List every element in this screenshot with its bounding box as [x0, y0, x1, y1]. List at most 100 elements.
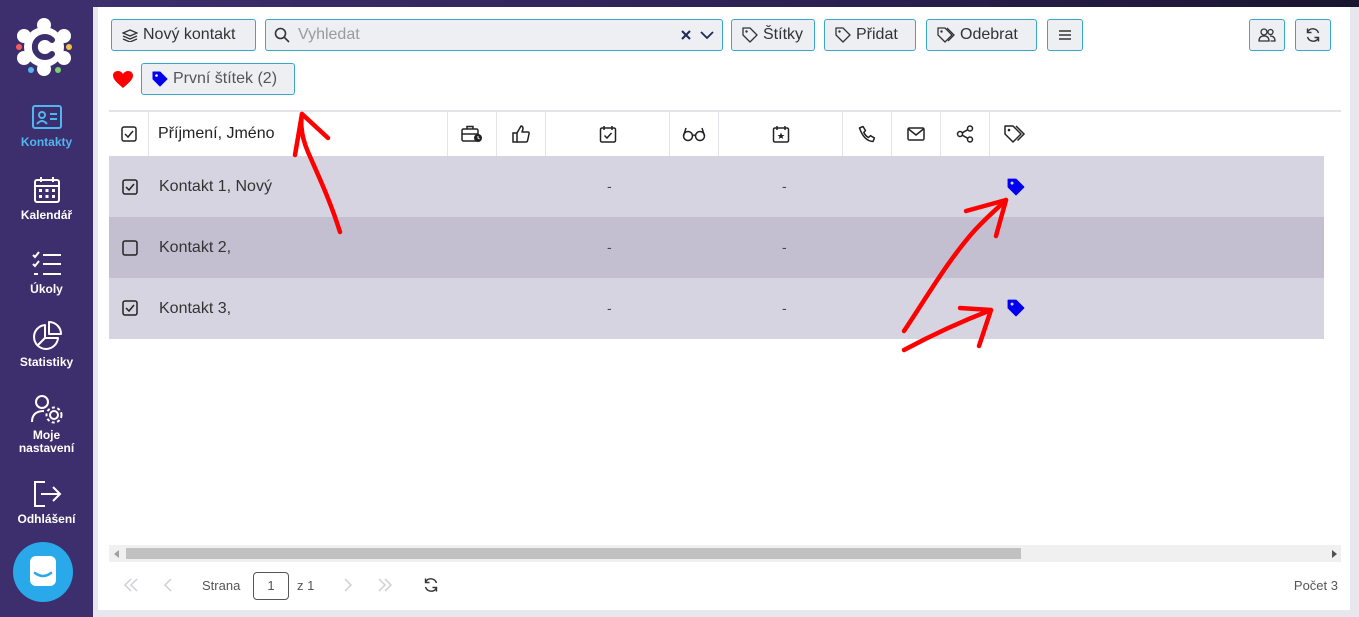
last-page-icon[interactable] — [377, 578, 393, 592]
add-tag-button[interactable]: Přidat — [824, 19, 916, 51]
content-left-border — [93, 7, 98, 610]
date-check-value: - — [607, 239, 612, 255]
table-row[interactable]: Kontakt 2, - - — [109, 217, 1324, 278]
scroll-right-icon[interactable] — [1331, 550, 1337, 558]
sidebar-item-label-line1: Moje — [32, 428, 61, 442]
app-logo[interactable] — [15, 18, 73, 76]
tags-label: Štítky — [763, 26, 804, 43]
page-label: Strana — [202, 578, 241, 593]
grid-header: Příjmení, Jméno — [109, 110, 1341, 156]
search-box — [265, 19, 723, 51]
header-briefcase[interactable] — [448, 112, 497, 156]
chat-button[interactable] — [13, 542, 73, 602]
checkbox-unchecked-icon[interactable] — [122, 240, 138, 256]
header-date-check[interactable] — [546, 112, 670, 156]
sidebar-item-contacts[interactable]: Kontakty — [0, 103, 93, 149]
sidebar-item-label: Kontakty — [20, 135, 73, 149]
sidebar-item-settings[interactable]: Moje nastavení — [0, 394, 93, 455]
date-star-value: - — [782, 239, 787, 255]
tag-icon[interactable] — [1007, 178, 1025, 196]
sidebar: Kontakty Kalendář Úkoly Statistiky Moje … — [0, 0, 93, 617]
search-icon — [274, 27, 290, 43]
first-page-icon[interactable] — [123, 578, 139, 592]
logout-icon — [33, 481, 61, 507]
header-viewed[interactable] — [670, 112, 719, 156]
thumbs-up-icon — [512, 125, 530, 143]
reload-icon[interactable] — [423, 577, 439, 593]
table-row[interactable]: Kontakt 1, Nový - - — [109, 156, 1324, 217]
tags-button[interactable]: Štítky — [731, 19, 815, 51]
sidebar-item-label: Úkoly — [30, 282, 63, 296]
horizontal-scrollbar[interactable] — [109, 545, 1341, 562]
contact-name[interactable]: Kontakt 2, — [159, 217, 231, 278]
tags-icon — [937, 27, 955, 43]
header-select-all[interactable] — [109, 112, 149, 156]
pie-chart-icon — [32, 321, 62, 350]
page-number-input[interactable]: 1 — [253, 572, 289, 600]
page-total-label: z 1 — [297, 578, 315, 593]
refresh-button[interactable] — [1295, 19, 1331, 51]
header-name[interactable]: Příjmení, Jméno — [149, 112, 448, 156]
tag-filter-label: První štítek (2) — [173, 70, 278, 87]
task-list-icon — [31, 251, 61, 275]
new-contact-button[interactable]: Nový kontakt — [111, 19, 256, 51]
header-email[interactable] — [892, 112, 941, 156]
window-top-border — [93, 0, 1359, 7]
header-phone[interactable] — [843, 112, 892, 156]
header-name-label: Příjmení, Jméno — [158, 125, 275, 142]
sidebar-item-statistics[interactable]: Statistiky — [0, 321, 93, 369]
scrollbar-thumb[interactable] — [126, 548, 1021, 559]
header-share[interactable] — [941, 112, 990, 156]
favorite-heart-icon[interactable] — [112, 70, 134, 89]
tag-icon — [742, 27, 758, 43]
content-right-border — [1350, 7, 1359, 617]
sidebar-item-label: Odhlášení — [17, 512, 76, 526]
content-bottom-border — [93, 610, 1359, 617]
tag-icon — [835, 27, 851, 43]
add-tag-label: Přidat — [856, 26, 898, 43]
header-likes[interactable] — [497, 112, 546, 156]
sidebar-item-calendar[interactable]: Kalendář — [0, 176, 93, 222]
header-date-star[interactable] — [719, 112, 843, 156]
table-row[interactable]: Kontakt 3, - - — [109, 278, 1324, 339]
calendar-star-icon — [772, 126, 789, 143]
sidebar-item-tasks[interactable]: Úkoly — [0, 250, 93, 296]
tag-icon — [152, 71, 168, 87]
sidebar-item-logout[interactable]: Odhlášení — [0, 480, 93, 526]
share-icon — [956, 125, 974, 143]
glasses-icon — [682, 127, 706, 142]
users-button[interactable] — [1249, 19, 1285, 51]
tag-icon[interactable] — [1007, 299, 1025, 317]
remove-tag-button[interactable]: Odebrat — [926, 19, 1037, 51]
briefcase-clock-icon — [461, 125, 482, 142]
hamburger-icon — [1059, 30, 1071, 40]
tag-filter-chip[interactable]: První štítek (2) — [141, 63, 295, 95]
chevron-down-icon[interactable] — [700, 30, 714, 40]
user-settings-icon — [30, 395, 62, 424]
chat-icon — [30, 556, 56, 586]
sidebar-item-label: Statistiky — [19, 355, 74, 369]
date-check-value: - — [607, 178, 612, 194]
checkbox-checked-icon[interactable] — [122, 300, 138, 316]
date-star-value: - — [782, 300, 787, 316]
header-tags[interactable] — [990, 112, 1039, 156]
contact-name[interactable]: Kontakt 1, Nový — [159, 156, 272, 217]
menu-button[interactable] — [1047, 19, 1083, 51]
contact-name[interactable]: Kontakt 3, — [159, 278, 231, 339]
pagination-bar: Strana 1 z 1 Počet 3 — [109, 567, 1341, 605]
contact-card-icon — [31, 105, 62, 129]
phone-icon — [858, 125, 876, 143]
date-star-value: - — [782, 178, 787, 194]
sidebar-item-label: Kalendář — [20, 208, 73, 222]
next-page-icon[interactable] — [343, 578, 353, 592]
scroll-left-icon[interactable] — [114, 550, 120, 558]
clear-icon[interactable] — [680, 29, 692, 41]
checkbox-checked-icon[interactable] — [122, 179, 138, 195]
users-icon — [1258, 28, 1276, 42]
record-count: Počet 3 — [1293, 578, 1338, 593]
checkbox-checked-icon — [120, 126, 137, 142]
add-stack-icon — [122, 29, 138, 42]
calendar-check-icon — [599, 126, 616, 143]
search-input[interactable] — [298, 26, 680, 44]
previous-page-icon[interactable] — [163, 578, 173, 592]
